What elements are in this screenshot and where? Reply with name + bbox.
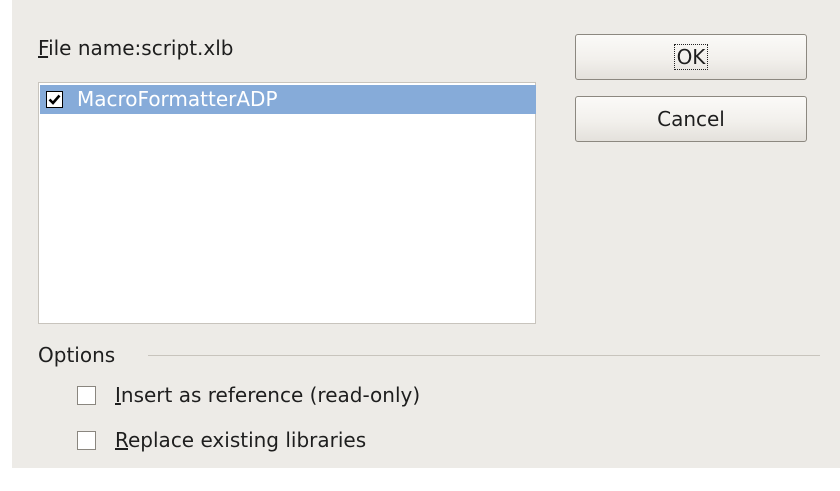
library-checkbox[interactable]: [46, 91, 63, 108]
insert-as-reference-text: nsert as reference (read-only): [120, 383, 421, 407]
cancel-button-label: Cancel: [657, 107, 725, 131]
append-libraries-dialog: File name:script.xlb MacroFormatterADP O…: [0, 0, 840, 491]
file-name-label-text: ile name:: [48, 36, 142, 60]
replace-existing-text: eplace existing libraries: [128, 428, 367, 452]
ok-button-label: OK: [673, 44, 709, 70]
file-name-label: File name:script.xlb: [38, 34, 233, 62]
replace-existing-mnemonic: R: [115, 428, 128, 452]
cancel-button[interactable]: Cancel: [575, 96, 807, 142]
library-list[interactable]: MacroFormatterADP: [38, 82, 536, 324]
insert-as-reference-checkbox[interactable]: [77, 386, 96, 405]
dialog-left-edge: [0, 0, 12, 491]
options-heading: Options: [38, 343, 116, 367]
list-item[interactable]: MacroFormatterADP: [40, 85, 536, 114]
ok-button[interactable]: OK: [575, 34, 807, 80]
file-name-value: script.xlb: [141, 36, 234, 60]
replace-existing-checkbox[interactable]: [77, 431, 96, 450]
replace-existing-label[interactable]: Replace existing libraries: [115, 426, 366, 454]
library-name: MacroFormatterADP: [77, 87, 278, 111]
checkmark-icon: [48, 94, 61, 105]
dialog-bottom-edge: [0, 468, 840, 491]
insert-as-reference-label[interactable]: Insert as reference (read-only): [115, 381, 420, 409]
options-divider: [148, 355, 820, 356]
file-name-mnemonic: F: [38, 36, 49, 60]
